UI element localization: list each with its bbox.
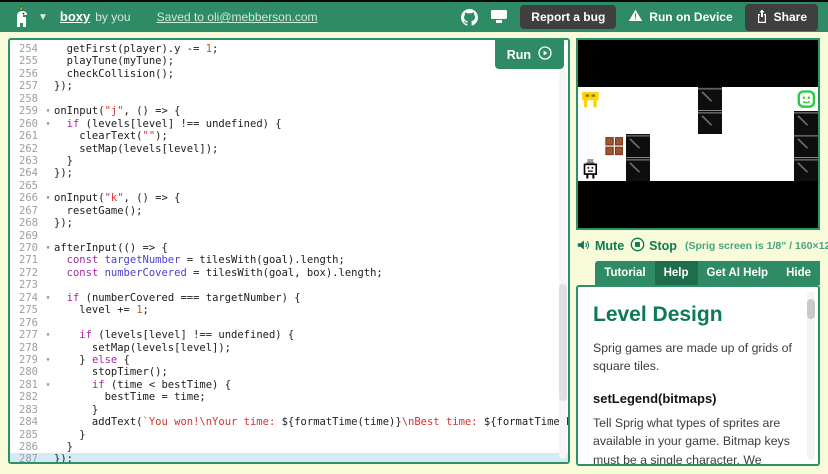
wall-band [578,64,818,88]
game-controls: Mute Stop (Sprig screen is 1/8" / 160×12… [576,233,820,259]
device-screen-icon[interactable] [490,9,508,25]
play-icon [538,46,552,63]
code-line[interactable]: 273 [10,279,568,291]
wall-band [578,181,818,205]
panel-tabs: TutorialHelpGet AI HelpHide [576,261,820,285]
code-line[interactable]: 257}); [10,80,568,92]
wall-sprite [794,111,818,135]
wall-band [578,205,818,229]
code-line[interactable]: 261 clearText(""); [10,130,568,142]
tutorial-subheading: setLegend(bitmaps) [593,391,800,406]
warning-icon [628,9,643,25]
screen-size-caption: (Sprig screen is 1/8" / 160×128 px) [685,240,828,252]
share-icon [756,9,768,26]
code-line[interactable]: 283 } [10,404,568,416]
report-bug-button[interactable]: Report a bug [520,5,616,29]
code-line[interactable]: 278 setMap(levels[level]); [10,342,568,354]
code-line[interactable]: 279▾ } else { [10,354,568,366]
project-byline: by you [95,10,130,24]
code-line[interactable]: 256 checkCollision(); [10,68,568,80]
code-line[interactable]: 260▾ if (levels[level] !== undefined) { [10,118,568,130]
mute-button[interactable]: Mute [576,238,624,255]
saved-link[interactable]: Saved to oli@mebberson.com [157,10,318,24]
wall-sprite [698,87,722,111]
tab-help[interactable]: Help [655,261,698,285]
code-line[interactable]: 263 } [10,155,568,167]
tutorial-paragraph: Sprig games are made up of grids of squa… [593,339,800,376]
code-line[interactable]: 254 getFirst(player).y -= 1; [10,43,568,55]
chevron-down-icon[interactable]: ▼ [38,12,48,23]
code-line[interactable]: 275 level += 1; [10,304,568,316]
dino-logo-icon[interactable] [10,5,32,29]
code-line[interactable]: 265 [10,180,568,192]
smiley-sprite [794,87,818,111]
wall-sprite [626,134,650,158]
code-line[interactable]: 270▾afterInput(() => { [10,242,568,254]
share-button[interactable]: Share [745,4,818,31]
code-line[interactable]: 271 const targetNumber = tilesWith(goal)… [10,254,568,266]
code-line[interactable]: 286 } [10,441,568,453]
code-lines[interactable]: 254 getFirst(player).y -= 1;255 playTune… [10,40,568,464]
tab-get-ai-help[interactable]: Get AI Help [698,261,778,285]
goal-sprite [578,87,602,111]
wall-sprite [626,158,650,182]
code-line[interactable]: 281▾ if (time < bestTime) { [10,379,568,391]
editor-scrollbar[interactable] [559,70,567,459]
code-editor[interactable]: 254 getFirst(player).y -= 1;255 playTune… [8,38,570,464]
code-line[interactable]: 258 [10,93,568,105]
game-screen[interactable] [576,38,820,230]
code-line[interactable]: 267 resetGame(); [10,205,568,217]
stop-icon [630,237,645,255]
code-line[interactable]: 264}); [10,167,568,179]
code-line[interactable]: 280 stopTimer(); [10,366,568,378]
tutorial-paragraph: Tell Sprig what types of sprites are ava… [593,414,800,466]
code-line[interactable]: 282 bestTime = time; [10,391,568,403]
tutorial-title: Level Design [593,303,800,327]
code-line[interactable]: 276 [10,317,568,329]
code-line[interactable]: 287}); [10,453,568,464]
code-line[interactable]: 269 [10,230,568,242]
wall-sprite [794,158,818,182]
run-button[interactable]: Run [495,40,564,69]
code-line[interactable]: 259▾onInput("j", () => { [10,105,568,117]
wall-sprite [698,111,722,135]
wall-band [578,40,818,64]
speaker-icon [576,238,591,255]
code-line[interactable]: 284 addText(`You won!\nYour time: ${form… [10,416,568,428]
header: ▼ boxyby you Saved to oli@mebberson.com … [0,0,828,32]
player-sprite [578,158,602,182]
tab-hide[interactable]: Hide [777,261,820,285]
stop-button[interactable]: Stop [630,237,677,255]
project-title[interactable]: boxy [60,9,90,24]
github-icon[interactable] [461,9,478,26]
code-line[interactable]: 255 playTune(myTune); [10,55,568,67]
code-line[interactable]: 262 setMap(levels[level]); [10,143,568,155]
code-line[interactable]: 285 } [10,429,568,441]
right-panel: Mute Stop (Sprig screen is 1/8" / 160×12… [576,38,820,466]
code-line[interactable]: 272 const numberCovered = tilesWith(goal… [10,267,568,279]
run-on-device-button[interactable]: Run on Device [628,9,732,25]
tab-tutorial[interactable]: Tutorial [595,261,654,285]
box-sprite [602,134,626,158]
tutorial-scrollbar[interactable] [807,291,815,460]
wall-sprite [794,134,818,158]
code-line[interactable]: 266▾onInput("k", () => { [10,192,568,204]
tutorial-card: Level Design Sprig games are made up of … [576,285,820,466]
code-line[interactable]: 274▾ if (numberCovered === targetNumber)… [10,292,568,304]
code-line[interactable]: 277▾ if (levels[level] !== undefined) { [10,329,568,341]
code-line[interactable]: 268}); [10,217,568,229]
